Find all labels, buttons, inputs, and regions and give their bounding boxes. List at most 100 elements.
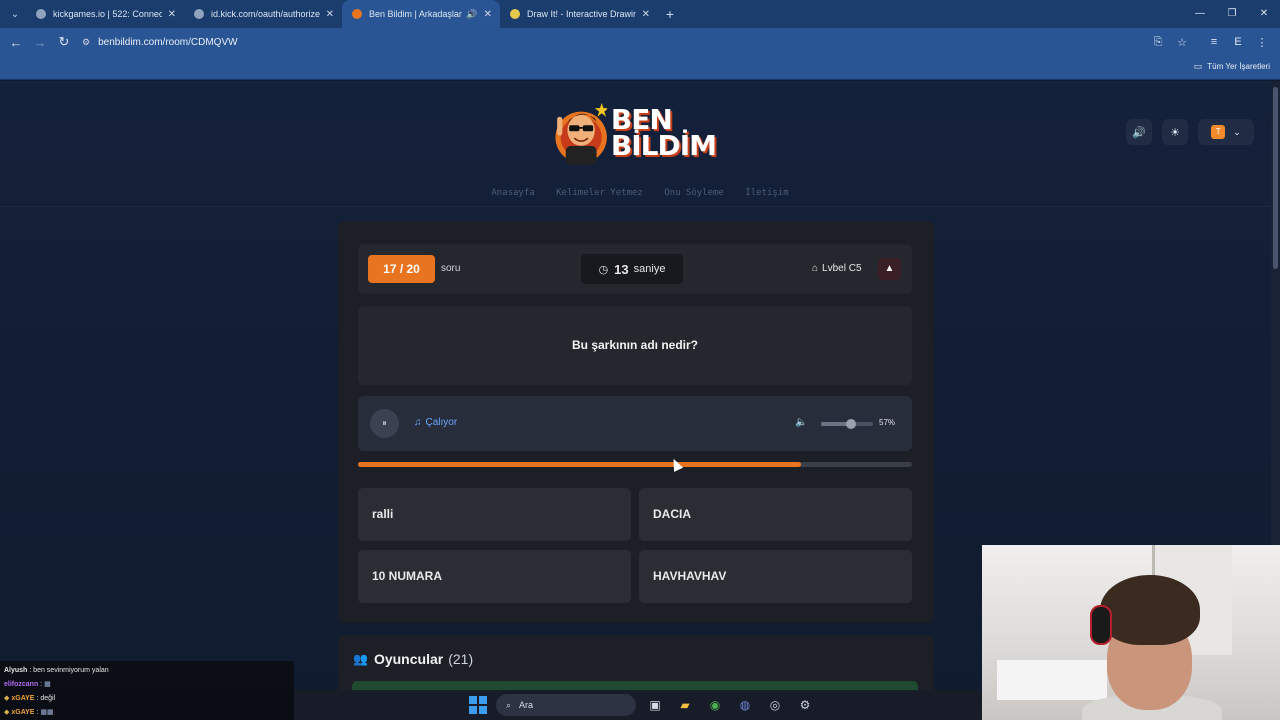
taskbar-search[interactable]: ⌕ Ara — [496, 694, 636, 716]
answer-option-2[interactable]: DACIA — [639, 488, 912, 541]
minimize-icon[interactable]: — — [1184, 0, 1216, 28]
reload-icon[interactable]: ↻ — [52, 34, 76, 50]
address-bar-row: ← → ↻ ⚙ benbildim.com/room/CDMQVW ⎘ ☆ ≡ … — [0, 28, 1280, 56]
volume-icon[interactable]: 🔈 — [795, 417, 807, 428]
chat-message: elifozcann : ▦ — [4, 678, 290, 692]
nav-link-home[interactable]: Anasayfa — [491, 188, 534, 198]
forward-arrow-icon[interactable]: → — [28, 35, 52, 50]
volume-slider-handle[interactable] — [845, 419, 856, 429]
playback-status: ♫ Çalıyor — [414, 417, 457, 428]
browser-tab-4[interactable]: Draw It! - Interactive Drawing G ✕ — [500, 0, 658, 28]
timer-value: 13 — [614, 261, 629, 277]
chevron-down-icon: ⌄ — [1233, 126, 1241, 137]
answer-option-4[interactable]: HAVHAVHAV — [639, 550, 912, 603]
theme-toggle-button[interactable]: ☀ — [1162, 119, 1188, 145]
close-icon[interactable]: ✕ — [484, 9, 492, 20]
avatar: T — [1211, 125, 1226, 139]
taskbar-search-label: Ara — [519, 700, 534, 710]
answer-option-3[interactable]: 10 NUMARA — [358, 550, 631, 603]
users-icon: 👥 — [353, 652, 368, 666]
search-icon: ⌕ — [506, 699, 512, 710]
task-view-icon[interactable]: ▣ — [644, 694, 666, 716]
headset-icon — [1090, 605, 1112, 645]
webcam-background-desk — [997, 660, 1107, 700]
question-counter: 17 / 20 — [368, 255, 435, 283]
media-control-icon[interactable]: ≡ — [1202, 36, 1226, 48]
install-app-icon[interactable]: ⎘ — [1146, 36, 1170, 49]
speaker-icon: 🔊 — [1132, 126, 1146, 139]
brand-line-2: BİLDİM — [610, 129, 717, 162]
browser-tab-3[interactable]: Ben Bildim | Arkadaşlarınla 🔊 ✕ — [342, 0, 500, 28]
close-window-icon[interactable]: ✕ — [1248, 0, 1280, 28]
tab-search-icon[interactable]: ⌄ — [4, 4, 26, 24]
app-icon[interactable]: ⚙ — [794, 694, 816, 716]
nav-link-kelimeler[interactable]: Kelimeler Yetmez — [556, 188, 643, 198]
chat-username: Alyush — [4, 667, 28, 674]
tab-title: Ben Bildim | Arkadaşlarınla — [369, 9, 462, 19]
profile-icon[interactable]: E — [1226, 36, 1250, 48]
badge-icon: ◆ — [4, 709, 10, 716]
webcam-person-hair — [1100, 575, 1200, 645]
playback-status-label: Çalıyor — [425, 417, 458, 428]
browser-tab-2[interactable]: id.kick.com/oauth/authorize?re ✕ — [184, 0, 342, 28]
close-icon[interactable]: ✕ — [642, 9, 650, 20]
bookmark-star-icon[interactable]: ☆ — [1170, 36, 1194, 49]
question-counter-label: soru — [441, 263, 461, 274]
players-heading: 👥 Oyuncular (21) — [353, 651, 473, 667]
chat-username: xGAYE — [11, 695, 35, 702]
site-logo[interactable]: BEN BİLDİM — [552, 91, 717, 175]
more-menu-icon[interactable]: ⋮ — [1250, 36, 1274, 49]
back-arrow-icon[interactable]: ← — [4, 35, 28, 50]
chat-username: xGAYE — [11, 709, 35, 716]
players-count: (21) — [448, 651, 474, 667]
badge-icon: ◆ — [4, 695, 10, 702]
all-bookmarks-button[interactable]: ▭ Tüm Yer İşaretleri — [1194, 61, 1270, 72]
warning-icon: ▲ — [884, 263, 895, 274]
sun-icon: ☀ — [1170, 126, 1180, 139]
answer-option-1[interactable]: ralli — [358, 488, 631, 541]
tab-title: kickgames.io | 522: Connection — [53, 9, 162, 19]
chat-text: : değil — [34, 695, 56, 702]
game-card: 17 / 20 soru ◷ 13 saniye ⌂ Lvbel C5 ▲ Bu… — [338, 221, 934, 623]
audio-player: ⏸ ♫ Çalıyor 🔈 57% — [358, 396, 912, 451]
stream-chat-overlay: Alyush : ben sevinmiyorum yalan elifozca… — [0, 661, 294, 720]
emote-icon: ▦▦ — [40, 709, 54, 716]
user-menu-button[interactable]: T ⌄ — [1198, 119, 1254, 145]
windows-start-icon[interactable] — [468, 695, 488, 715]
nav-link-contact[interactable]: İletişim — [745, 188, 788, 198]
close-icon[interactable]: ✕ — [326, 9, 334, 20]
restore-icon[interactable]: ❐ — [1216, 0, 1248, 28]
speaker-icon[interactable]: 🔊 — [466, 9, 477, 20]
nav-link-onu-soyleme[interactable]: Onu Söyleme — [664, 188, 724, 198]
url-text: benbildim.com/room/CDMQVW — [98, 36, 238, 48]
scrollbar-thumb[interactable] — [1273, 87, 1278, 269]
steam-icon[interactable]: ◎ — [764, 694, 786, 716]
report-button[interactable]: ▲ — [878, 258, 901, 280]
tag-icon: ⌂ — [812, 263, 819, 274]
site-header: BEN BİLDİM 🔊 ☀ T ⌄ Anasayfa Kelimeler Ye… — [0, 81, 1280, 207]
browser-tab-1[interactable]: kickgames.io | 522: Connection ✕ — [26, 0, 184, 28]
address-bar-actions: ⎘ ☆ ≡ E ⋮ — [1146, 28, 1274, 56]
discord-icon[interactable]: ◍ — [734, 694, 756, 716]
close-icon[interactable]: ✕ — [168, 9, 176, 20]
sound-toggle-button[interactable]: 🔊 — [1126, 119, 1152, 145]
globe-icon — [194, 9, 204, 19]
windows-taskbar: ⌕ Ara ▣ ▰ ◉ ◍ ◎ ⚙ — [294, 690, 982, 720]
mascot-icon — [555, 102, 607, 165]
pause-button[interactable]: ⏸ — [370, 409, 399, 438]
players-title: Oyuncular — [373, 651, 444, 667]
site-favicon-icon — [352, 9, 362, 19]
volume-slider[interactable] — [821, 419, 873, 429]
chrome-icon[interactable]: ◉ — [704, 694, 726, 716]
file-explorer-icon[interactable]: ▰ — [674, 694, 696, 716]
tab-title: Draw It! - Interactive Drawing G — [527, 9, 636, 19]
emote-icon: ▦ — [44, 681, 51, 688]
site-info-icon[interactable]: ⚙ — [82, 37, 90, 48]
taskbar-icons: ⌕ Ara ▣ ▰ ◉ ◍ ◎ ⚙ — [468, 694, 816, 716]
brand-wordmark: BEN BİLDİM — [610, 106, 717, 162]
url-field[interactable]: ⚙ benbildim.com/room/CDMQVW — [82, 31, 238, 53]
folder-icon: ▭ — [1193, 61, 1203, 71]
new-tab-button[interactable]: + — [658, 6, 682, 22]
window-controls: — ❐ ✕ — [1184, 0, 1280, 28]
browser-tab-bar: ⌄ kickgames.io | 522: Connection ✕ id.ki… — [0, 0, 1280, 28]
